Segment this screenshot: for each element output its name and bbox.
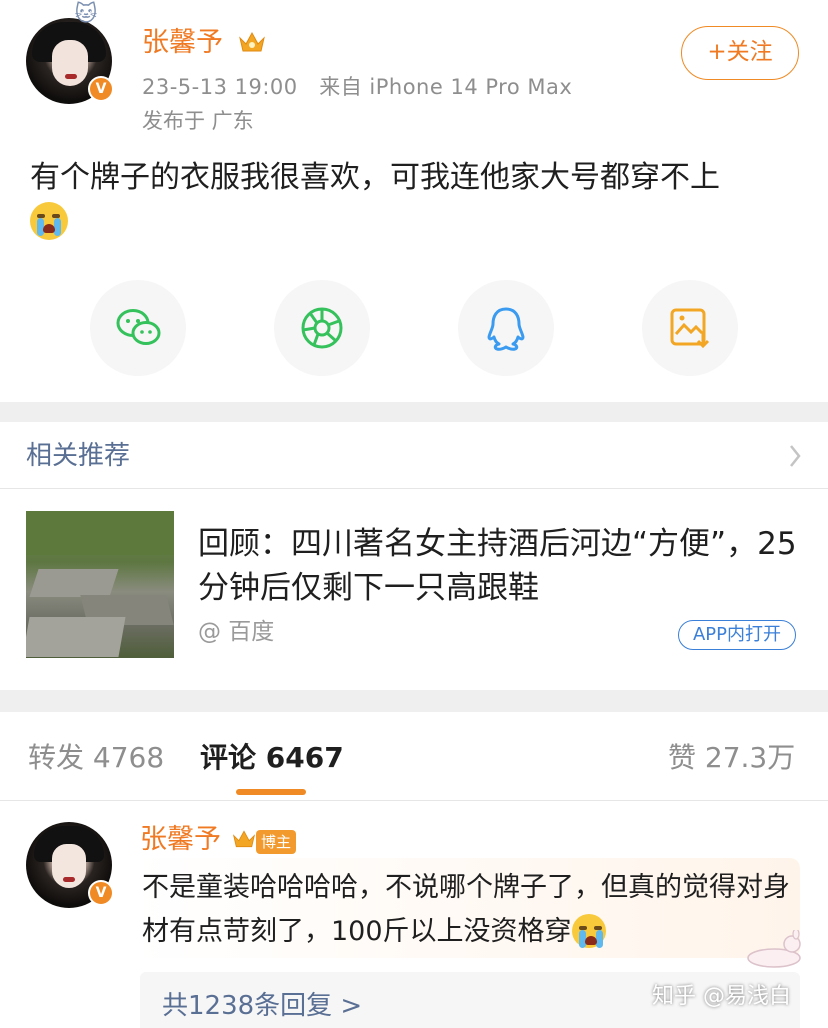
view-replies-link[interactable]: 共1238条回复 > [162, 988, 362, 1024]
related-title: 相关推荐 [26, 441, 131, 471]
bunny-decoration-icon [740, 928, 810, 970]
article-title[interactable]: 回顾：四川著名女主持酒后河边“方便”，25分钟后仅剩下一只高跟鞋 [198, 522, 798, 610]
post-text-content: 有个牌子的衣服我很喜欢，可我连他家大号都穿不上 [30, 160, 720, 195]
crying-emoji-icon [30, 202, 68, 240]
share-qq-button[interactable] [458, 280, 554, 376]
chevron-right-icon[interactable] [788, 444, 802, 472]
divider [0, 488, 828, 489]
post-timestamp: 23-5-13 19:00 [142, 75, 298, 99]
divider [0, 800, 828, 801]
save-image-button[interactable] [642, 280, 738, 376]
verified-badge-icon: V [88, 76, 114, 102]
post-meta: 23-5-13 19:00 来自 iPhone 14 Pro Max [142, 72, 572, 102]
article-source: @ 百度 [198, 619, 275, 645]
crown-icon [232, 828, 256, 855]
article-thumbnail[interactable] [26, 511, 174, 658]
post-location: 发布于 广东 [142, 109, 254, 133]
commenter-name[interactable]: 张馨予 [140, 822, 221, 858]
tab-comments[interactable]: 评论 6467 [200, 738, 344, 778]
share-wechat-button[interactable] [90, 280, 186, 376]
comment-text: 不是童装哈哈哈哈，不说哪个牌子了，但真的觉得对身材有点苛刻了，100斤以上没资格… [142, 866, 798, 954]
post-source: 来自 iPhone 14 Pro Max [319, 75, 573, 99]
tab-comments-label: 评论 [200, 741, 257, 774]
post-header: 🐱 V 张馨予 23-5-13 19:00 来自 iPhone 14 Pro M… [0, 0, 828, 150]
comment-text-content: 不是童装哈哈哈哈，不说哪个牌子了，但真的觉得对身材有点苛刻了，100斤以上没资格… [142, 872, 790, 947]
section-gap [0, 690, 828, 712]
source-watermark: 知乎 @易浅白 [652, 984, 791, 1009]
author-name[interactable]: 张馨予 [142, 26, 223, 60]
post-text: 有个牌子的衣服我很喜欢，可我连他家大号都穿不上 [30, 158, 800, 240]
section-gap [0, 402, 828, 422]
open-in-app-button[interactable]: APP内打开 [678, 620, 796, 650]
tab-likes[interactable]: 赞 27.3万 [668, 738, 795, 778]
follow-button[interactable]: +关注 [681, 26, 799, 80]
share-row [0, 280, 828, 376]
cat-ears-decoration-icon: 🐱 [74, 2, 98, 27]
share-moments-button[interactable] [274, 280, 370, 376]
verified-badge-icon: V [88, 880, 114, 906]
active-tab-indicator [236, 789, 306, 795]
crown-icon [238, 30, 268, 56]
blogger-badge: 博主 [256, 830, 296, 854]
tab-reposts[interactable]: 转发 4768 [28, 738, 164, 778]
crying-emoji-icon [571, 913, 606, 948]
tab-comments-count: 6467 [265, 741, 344, 774]
